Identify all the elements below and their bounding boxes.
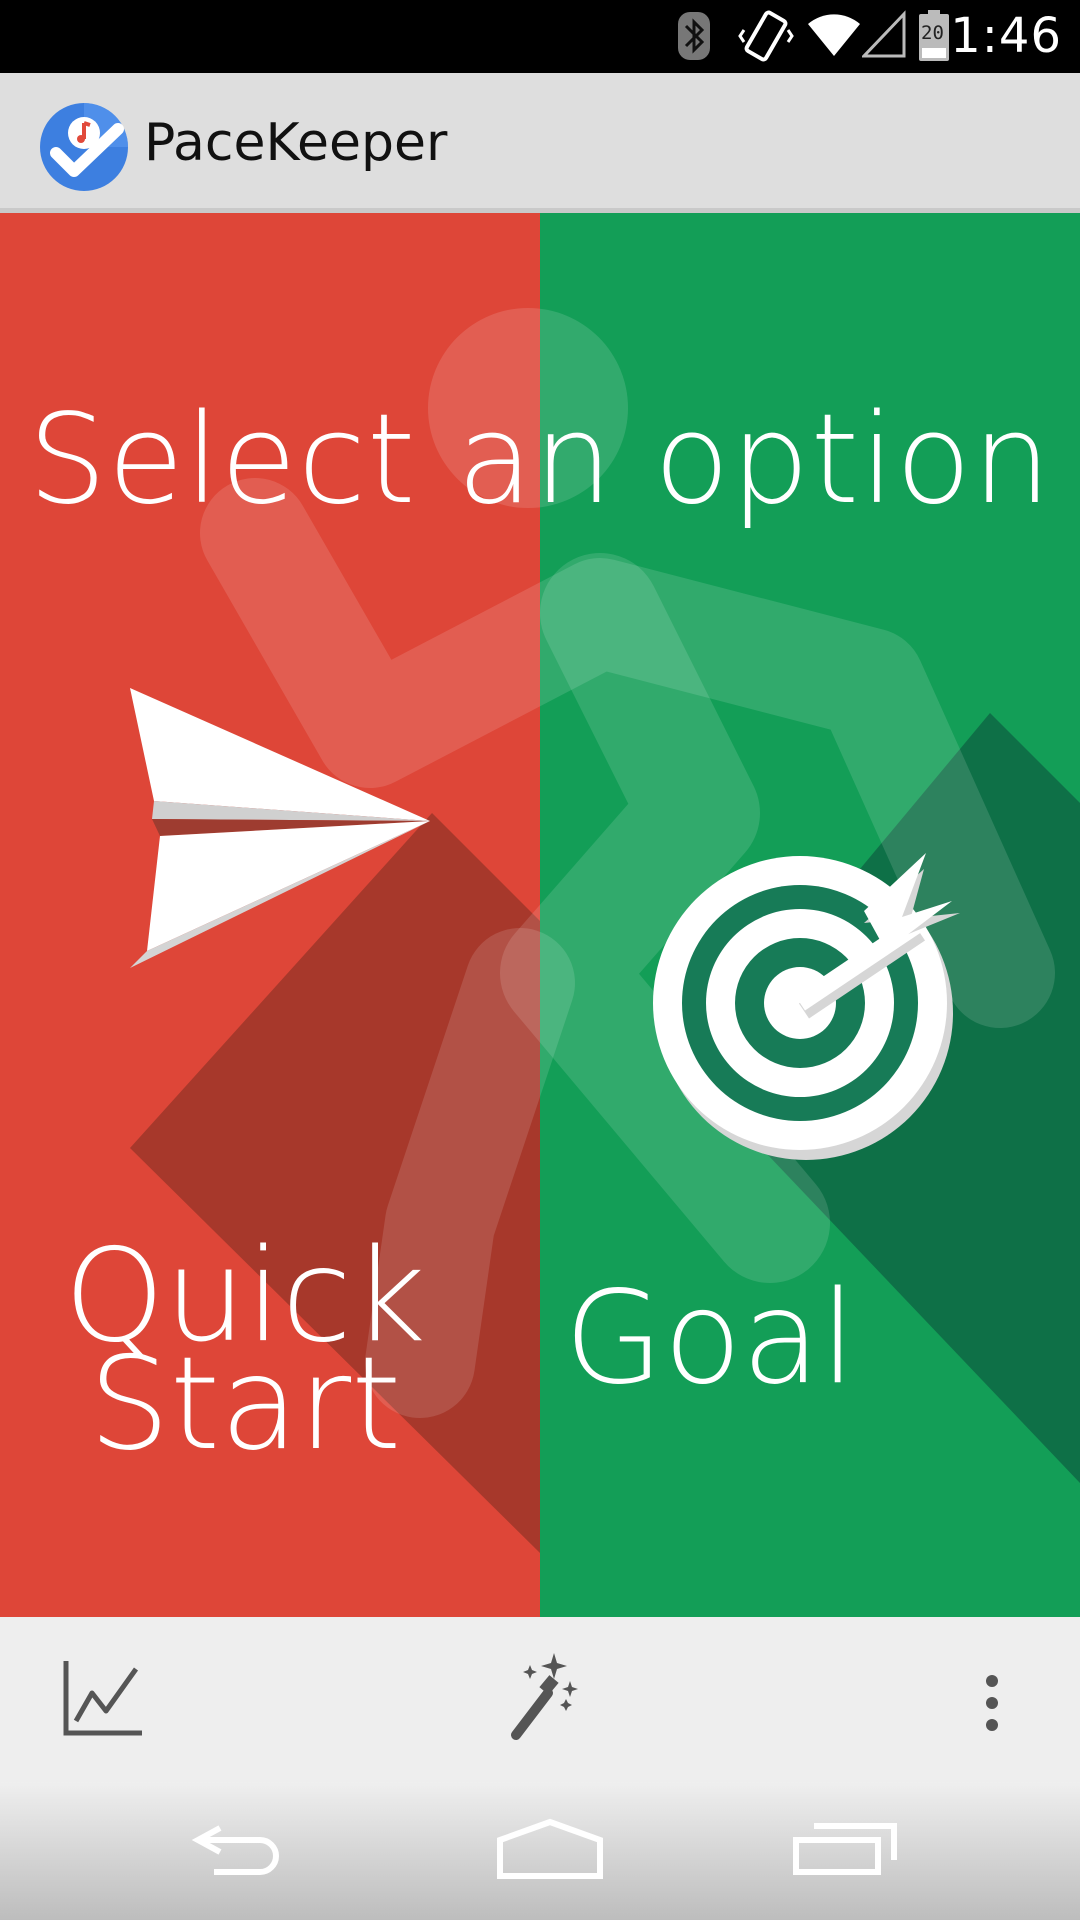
- bottom-toolbar: [0, 1617, 1080, 1782]
- recents-button[interactable]: [750, 1782, 930, 1920]
- back-button[interactable]: [150, 1782, 330, 1920]
- navigation-bar: [0, 1782, 1080, 1920]
- quick-start-button[interactable]: Quick Start: [0, 213, 540, 1617]
- action-bar: PaceKeeper: [0, 73, 1080, 213]
- stats-button[interactable]: [30, 1617, 190, 1782]
- status-bar: 20 1:46: [0, 0, 1080, 73]
- goal-label: Goal: [564, 1264, 856, 1413]
- paper-plane-icon: [130, 688, 430, 968]
- home-button[interactable]: [450, 1782, 630, 1920]
- goal-button[interactable]: Goal: [540, 213, 1080, 1617]
- vibrate-icon: [738, 10, 794, 62]
- magic-wand-icon: [511, 1653, 578, 1740]
- overflow-menu-button[interactable]: [918, 1617, 1078, 1782]
- status-time: 1:46: [950, 8, 1062, 64]
- target-arrow-icon: [653, 853, 960, 1160]
- screen: 20 1:46 PaceKeeper Select an option Quic…: [0, 0, 1080, 1920]
- wifi-icon: [808, 14, 860, 56]
- app-title: PaceKeeper: [144, 113, 448, 173]
- main-panel: Select an option Quick Start Goal: [0, 213, 1080, 1617]
- back-icon: [191, 1825, 279, 1875]
- battery-level-text: 20: [921, 22, 944, 44]
- chart-line-icon: [63, 1661, 142, 1736]
- cell-signal-icon: [862, 10, 906, 58]
- pacekeeper-logo-icon[interactable]: [38, 101, 130, 193]
- recents-icon: [793, 1823, 897, 1875]
- more-vert-icon: [986, 1675, 998, 1731]
- bluetooth-icon: [678, 12, 710, 60]
- home-icon: [497, 1818, 603, 1879]
- magic-wand-button[interactable]: [460, 1617, 620, 1782]
